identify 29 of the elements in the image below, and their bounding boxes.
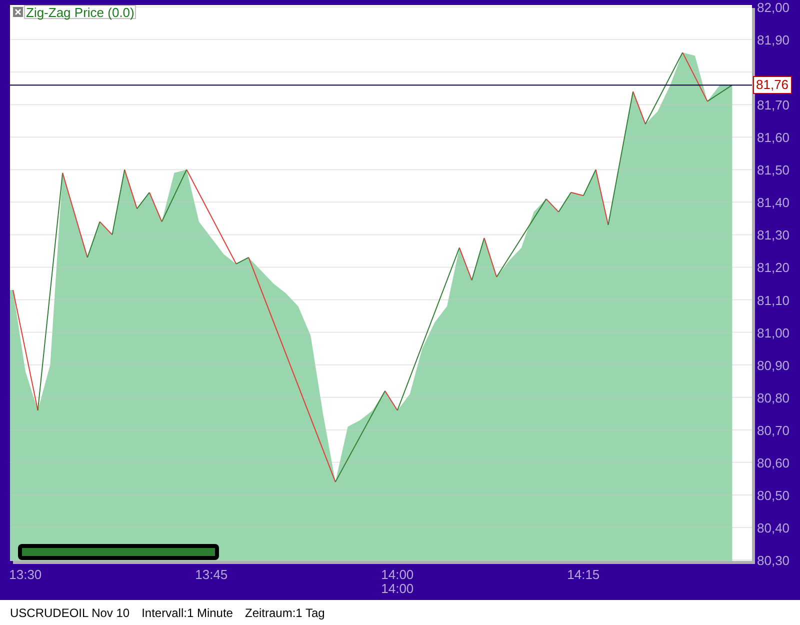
y-axis-label: 80,40 [757, 520, 790, 536]
scroll-bar[interactable] [18, 544, 219, 560]
y-axis-label: 80,60 [757, 455, 790, 470]
legend-label: Zig-Zag Price (0.0) [24, 5, 136, 19]
y-axis-label: 81,70 [757, 98, 790, 113]
status-text: Intervall:1 Minute [142, 604, 233, 622]
x-axis-label: 13:45 [195, 567, 228, 582]
y-axis-label: 81,10 [757, 292, 790, 308]
y-axis-label: 81,00 [757, 325, 790, 340]
status-text: USCRUDEOIL Nov 10 [10, 604, 130, 622]
current-price-tag: 81,76 [753, 76, 792, 94]
x-axis-label: 14:00 [381, 567, 414, 582]
y-axis-label: 80,30 [757, 553, 790, 568]
y-axis-label: 81,90 [757, 32, 790, 48]
y-axis-label: 81,30 [757, 228, 790, 243]
x-axis-label: 14:15 [567, 567, 600, 582]
y-axis-label: 81,50 [757, 162, 790, 178]
y-axis-label: 82,00 [757, 0, 790, 15]
y-axis-label: 80,90 [757, 358, 790, 373]
close-icon[interactable] [13, 7, 23, 17]
y-axis-label: 80,80 [757, 390, 790, 406]
status-text: Zeitraum:1 Tag [244, 604, 325, 622]
y-axis-label: 81,20 [757, 260, 790, 276]
y-axis-label: 81,60 [757, 130, 790, 146]
x-axis-label: 13:30 [9, 567, 42, 582]
y-axis-label: 80,70 [757, 422, 790, 438]
y-axis-label: 81,40 [757, 195, 790, 210]
y-axis-label: 80,50 [757, 488, 790, 503]
x-axis-date-label: 14:00 [381, 581, 414, 596]
